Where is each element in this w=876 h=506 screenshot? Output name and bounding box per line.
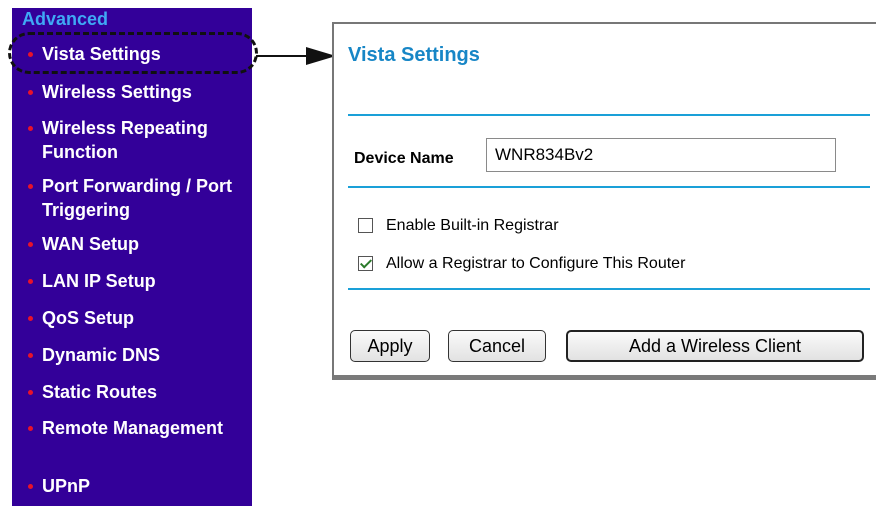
sidebar-item-label: Static Routes [42, 382, 158, 402]
divider [348, 186, 870, 188]
sidebar-item-lan-ip-setup[interactable]: LAN IP Setup [26, 269, 252, 293]
red-dot-icon [28, 90, 33, 95]
red-dot-icon [28, 484, 33, 489]
red-dot-icon [28, 184, 33, 189]
sidebar-item-label: Port Forwarding / Port Triggering [42, 176, 233, 220]
sidebar-item-dynamic-dns[interactable]: Dynamic DNS [26, 343, 252, 367]
red-dot-icon [28, 279, 33, 284]
red-dot-icon [28, 242, 33, 247]
checkbox-icon[interactable] [358, 256, 373, 271]
sidebar-item-remote-management[interactable]: Remote Management [26, 416, 252, 440]
red-dot-icon [28, 316, 33, 321]
page-title: Vista Settings [348, 44, 480, 66]
red-dot-icon [28, 426, 33, 431]
add-wireless-client-button[interactable]: Add a Wireless Client [566, 330, 864, 362]
sidebar-item-label: LAN IP Setup [42, 271, 156, 291]
sidebar-item-label: UPnP [42, 476, 91, 496]
sidebar-heading: Advanced [22, 9, 109, 29]
sidebar-item-label: QoS Setup [42, 308, 135, 328]
sidebar-item-static-routes[interactable]: Static Routes [26, 380, 252, 404]
sidebar-item-wan-setup[interactable]: WAN Setup [26, 232, 252, 256]
allow-registrar-option[interactable]: Allow a Registrar to Configure This Rout… [358, 254, 685, 274]
sidebar-item-label: Dynamic DNS [42, 345, 161, 365]
sidebar-item-port-forwarding[interactable]: Port Forwarding / Port Triggering [26, 174, 252, 222]
sidebar-item-wireless-repeating-function[interactable]: Wireless Repeating Function [26, 116, 252, 164]
checkbox-icon[interactable] [358, 218, 373, 233]
device-name-field[interactable] [486, 138, 836, 172]
sidebar-item-upnp[interactable]: UPnP [26, 474, 252, 498]
sidebar-item-label: Wireless Settings [42, 82, 192, 102]
sidebar-item-label: Remote Management [42, 418, 224, 438]
sidebar-item-label: WAN Setup [42, 234, 139, 254]
checkbox-label: Enable Built-in Registrar [386, 217, 559, 234]
divider [348, 114, 870, 116]
checkbox-label: Allow a Registrar to Configure This Rout… [386, 255, 686, 272]
cancel-button[interactable]: Cancel [448, 330, 546, 362]
enable-registrar-option[interactable]: Enable Built-in Registrar [358, 216, 559, 236]
red-dot-icon [28, 353, 33, 358]
sidebar-item-label: Wireless Repeating Function [42, 118, 208, 162]
advanced-sidebar: Advanced Vista Settings Wireless Setting… [12, 8, 252, 506]
arrow-line [256, 55, 312, 57]
red-dot-icon [28, 126, 33, 131]
device-name-label: Device Name [354, 150, 454, 167]
sidebar-item-qos-setup[interactable]: QoS Setup [26, 306, 252, 330]
divider [348, 288, 870, 290]
red-dot-icon [28, 390, 33, 395]
screenshot-stage: Advanced Vista Settings Wireless Setting… [0, 0, 876, 506]
highlight-callout [8, 32, 258, 74]
sidebar-item-wireless-settings[interactable]: Wireless Settings [26, 80, 252, 104]
apply-button[interactable]: Apply [350, 330, 430, 362]
vista-settings-panel: Vista Settings Device Name Enable Built-… [332, 22, 876, 380]
